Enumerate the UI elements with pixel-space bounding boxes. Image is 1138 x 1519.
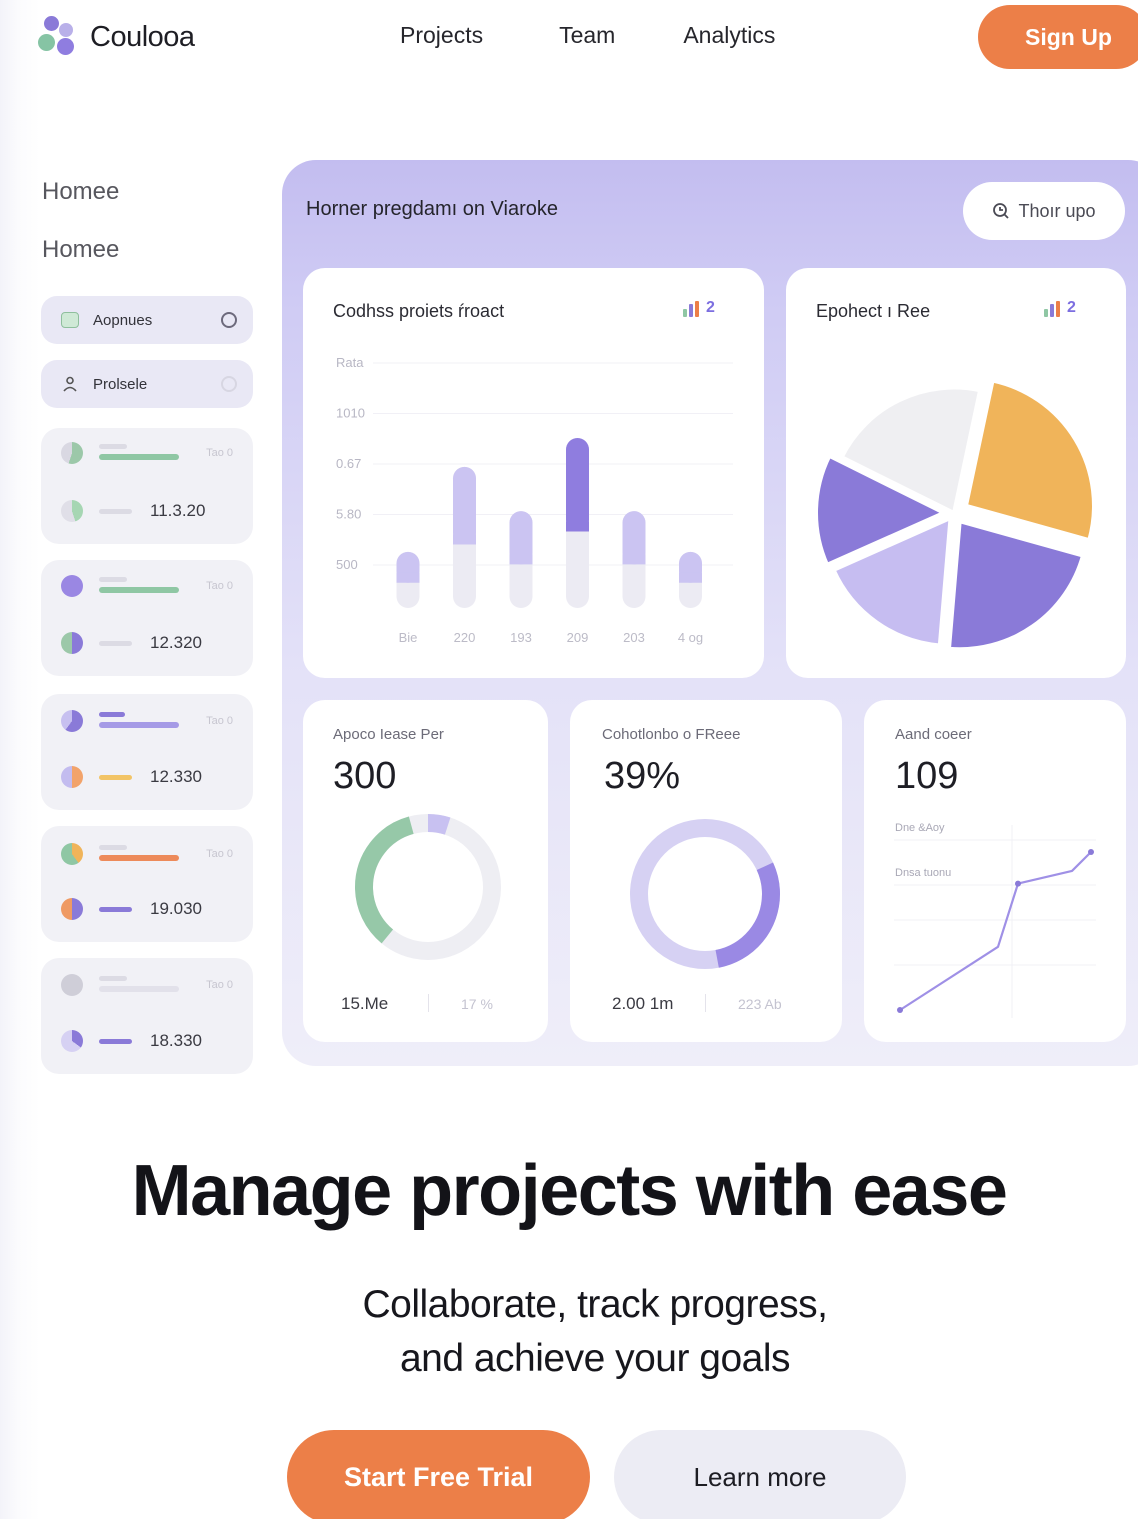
hero-subtitle-line: Collaborate, track progress, [362, 1283, 828, 1326]
nav-projects[interactable]: Projects [400, 22, 483, 49]
hero-subtitle: Collaborate, track progress, and achieve… [0, 1278, 1138, 1386]
project-card[interactable]: Tao 0 12.320 [41, 560, 253, 676]
card-tag: Tao 0 [206, 715, 233, 727]
project-card[interactable]: Tao 0 18.330 [41, 958, 253, 1074]
dashboard-title: Horner pregdamı on Viaroke [306, 198, 558, 220]
pie-icon [61, 766, 83, 788]
image-icon [61, 312, 79, 328]
card-tag: Tao 0 [206, 979, 233, 991]
bar [566, 438, 589, 532]
x-tick-label: 220 [454, 630, 476, 645]
line-point [1088, 849, 1094, 855]
sidebar-item-label: Aopnues [93, 311, 153, 329]
dashboard-action-button[interactable]: Thoır upo [963, 182, 1125, 240]
donut-chart [630, 819, 780, 969]
stat-foot-muted: 223 Ab [738, 996, 782, 1012]
sidebar-item-apps[interactable]: Aopnues [41, 296, 253, 344]
x-tick-label: 193 [510, 630, 532, 645]
start-free-trial-button[interactable]: Start Free Trial [287, 1430, 590, 1519]
nav-team[interactable]: Team [559, 22, 615, 49]
bar [453, 466, 476, 545]
pie-icon [61, 442, 83, 464]
sidebar-item-label: Prolsele [93, 375, 148, 393]
card-tag: Tao 0 [206, 580, 233, 592]
bar-join [453, 534, 476, 545]
y-tick-label: Rata [336, 355, 364, 370]
clock-icon [993, 203, 1010, 219]
progress-bar [99, 454, 179, 460]
stat-value: 39% [604, 755, 681, 797]
pie-chart [814, 378, 1096, 652]
bar-join [566, 521, 589, 532]
landing-page: Coulooa Projects Team Analytics Sign Up … [0, 0, 1138, 1519]
nav-analytics[interactable]: Analytics [683, 22, 775, 49]
sidebar-item-profile[interactable]: Prolsele [41, 360, 253, 408]
logo-mark-icon [38, 16, 80, 58]
card-tag: Tao 0 [206, 848, 233, 860]
card-tag: Tao 0 [206, 447, 233, 459]
project-card[interactable]: Tao 0 11.3.20 [41, 428, 253, 544]
hero-subtitle-line: and achieve your goals [399, 1337, 791, 1380]
progress-bar [99, 722, 179, 728]
y-tick-label: 1010 [336, 406, 365, 421]
y-tick-label: 5.80 [336, 507, 361, 522]
sign-up-button[interactable]: Sign Up [978, 5, 1138, 69]
pie-icon [61, 500, 83, 522]
card-value: 12.330 [150, 767, 202, 786]
stat-label: Apoco Iease Per [333, 726, 444, 743]
x-tick-label: 203 [623, 630, 645, 645]
stat-foot-muted: 17 % [461, 996, 493, 1012]
donut-chart [355, 814, 501, 960]
sidebar-heading[interactable]: Homee [42, 178, 119, 206]
bar-join [509, 554, 533, 565]
project-card[interactable]: Tao 0 19.030 [41, 826, 253, 942]
pie-icon [61, 632, 83, 654]
pie-icon [61, 1030, 83, 1052]
progress-bar [99, 986, 179, 992]
stat-foot-value: 15.Me [341, 994, 389, 1013]
user-icon [61, 376, 79, 392]
card-value: 11.3.20 [150, 501, 206, 520]
y-tick-label: 500 [336, 557, 358, 572]
bar-join [679, 572, 702, 583]
card-value: 19.030 [150, 899, 202, 918]
x-tick-label: Bie [399, 630, 418, 645]
refresh-icon[interactable] [221, 312, 237, 328]
line-series [899, 851, 1092, 1011]
card-value: 12.320 [150, 633, 202, 652]
x-tick-label: 4 og [678, 630, 703, 645]
dashboard-action-label: Thoır upo [1018, 200, 1096, 221]
stat-value: 300 [333, 755, 397, 797]
line-point [897, 1007, 903, 1013]
x-tick-label: 209 [567, 630, 589, 645]
line-chart [894, 825, 1096, 1018]
pie-icon [61, 710, 83, 732]
pie-icon [61, 898, 83, 920]
radio-icon[interactable] [221, 376, 237, 392]
sidebar-heading[interactable]: Homee [42, 236, 119, 264]
project-card[interactable]: Tao 0 12.330 [41, 694, 253, 810]
main-nav: Projects Team Analytics [400, 22, 775, 49]
stat-label: Cohotlonbo o FReee [602, 726, 741, 743]
bar-join [622, 554, 646, 565]
bar-join [396, 572, 420, 583]
stat-foot-value: 2.00 1m [612, 994, 674, 1013]
y-tick-label: 0.67 [336, 456, 361, 471]
brand-logo[interactable]: Coulooa [38, 16, 195, 58]
pie-slice [946, 519, 1085, 652]
dot-icon [61, 575, 83, 597]
pie-icon [61, 843, 83, 865]
card-value: 18.330 [150, 1031, 202, 1050]
progress-bar [99, 855, 179, 861]
line-point [1015, 880, 1021, 887]
progress-bar [99, 587, 179, 593]
hero-title: Manage projects with ease [131, 1151, 1008, 1231]
dot-icon [61, 974, 83, 996]
learn-more-button[interactable]: Learn more [614, 1430, 906, 1519]
brand-name: Coulooa [90, 20, 195, 53]
pie-slice [963, 378, 1096, 543]
bar-chart: Rata 1010 0.67 5.80 500 Bie 220 193 209 203 4 og [336, 355, 733, 645]
